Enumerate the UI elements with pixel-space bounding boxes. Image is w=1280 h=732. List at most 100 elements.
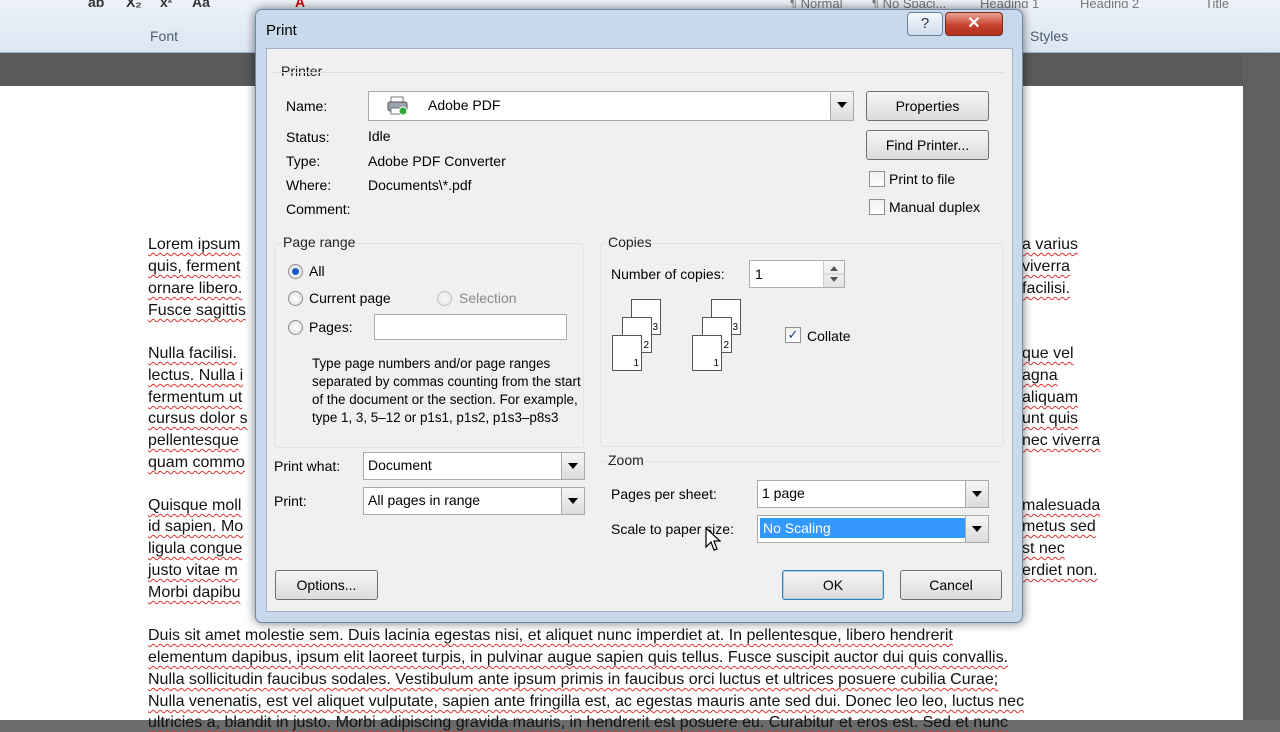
type-value: Adobe PDF Converter <box>368 153 506 169</box>
print-what-select[interactable]: Document <box>363 452 585 480</box>
doc-line: viverra <box>1022 258 1071 275</box>
doc-line: Morbi dapibu <box>148 584 241 601</box>
range-current-page-radio[interactable] <box>288 291 303 306</box>
copies-value: 1 <box>755 266 763 282</box>
where-label: Where: <box>286 177 332 193</box>
doc-line: aliquam <box>1022 389 1079 406</box>
range-pages-label[interactable]: Pages: <box>309 319 353 335</box>
printer-name-select[interactable]: Adobe PDF <box>368 91 854 121</box>
print-label: Print: <box>274 493 307 509</box>
printer-name-value: Adobe PDF <box>428 97 501 113</box>
doc-line: justo vitae m <box>148 562 238 579</box>
scale-value: No Scaling <box>760 518 965 538</box>
doc-line: agna <box>1022 367 1058 384</box>
print-what-value: Document <box>368 457 432 473</box>
change-case-button[interactable]: Aa <box>192 0 210 10</box>
sheet-number: 1 <box>713 358 719 369</box>
pages-input[interactable] <box>374 314 567 340</box>
collate-label[interactable]: Collate <box>807 328 851 344</box>
page-range-label: Page range <box>282 234 357 250</box>
subscript-button[interactable]: X₂ <box>126 0 142 10</box>
print-to-file-checkbox[interactable] <box>869 171 885 187</box>
sheet-number: 3 <box>732 322 738 333</box>
range-selection-label[interactable]: Selection <box>459 290 517 306</box>
find-printer-button[interactable]: Find Printer... <box>866 130 989 160</box>
range-all-radio[interactable] <box>288 264 303 279</box>
style-title[interactable]: Title <box>1205 0 1229 8</box>
sheet-number: 2 <box>723 340 729 351</box>
vertical-scrollbar[interactable] <box>1243 53 1280 720</box>
doc-line: ultricies a, blandit in justo. Morbi adi… <box>148 714 1008 731</box>
doc-line: elementum dapibus, ipsum elit laoreet tu… <box>148 649 1009 666</box>
style-heading-2[interactable]: Heading 2 <box>1080 0 1139 8</box>
ribbon-group-styles: Styles <box>1030 28 1069 44</box>
style-no-spacing[interactable]: ¶ No Spaci... <box>872 0 946 8</box>
type-label: Type: <box>286 153 321 169</box>
range-all-label[interactable]: All <box>309 263 325 279</box>
chevron-down-icon[interactable] <box>965 481 988 507</box>
doc-line: quis, ferment <box>148 258 241 275</box>
doc-line: quam commo <box>148 454 245 471</box>
doc-line: ligula congue <box>148 540 243 557</box>
doc-line: Nulla venenatis, est vel aliquet vulputa… <box>148 693 1025 710</box>
close-button[interactable]: ✕ <box>945 12 1003 36</box>
status-value: Idle <box>368 128 391 144</box>
chevron-down-icon[interactable] <box>561 488 584 514</box>
page-range-help-text: Type page numbers and/or page ranges sep… <box>312 356 581 425</box>
doc-line: facilisi. <box>1022 280 1071 297</box>
doc-line: erdiet non. <box>1022 562 1098 579</box>
style-heading-1[interactable]: Heading 1 <box>980 0 1039 8</box>
print-dialog: Print ? ✕ Printer Name: Adobe PDF Status… <box>255 9 1023 623</box>
copies-spinbox[interactable]: 1 <box>749 260 845 288</box>
help-button[interactable]: ? <box>907 12 943 36</box>
doc-line: Nulla facilisi. <box>148 345 237 362</box>
chevron-down-icon[interactable] <box>561 453 584 479</box>
range-pages-radio[interactable] <box>288 320 303 335</box>
range-current-page-label[interactable]: Current page <box>309 290 391 306</box>
doc-line: pellentesque <box>148 432 239 449</box>
manual-duplex-label[interactable]: Manual duplex <box>889 199 980 215</box>
print-what-label: Print what: <box>274 458 341 474</box>
name-label: Name: <box>286 98 328 114</box>
options-button[interactable]: Options... <box>275 570 378 600</box>
number-of-copies-label: Number of copies: <box>611 266 725 282</box>
scale-select[interactable]: No Scaling <box>757 515 989 543</box>
doc-line: que vel <box>1022 345 1074 362</box>
strikethrough-button[interactable]: ab <box>88 0 104 10</box>
manual-duplex-checkbox[interactable] <box>869 199 885 215</box>
printer-icon <box>387 96 409 116</box>
sheet-number: 2 <box>643 340 649 351</box>
where-value: Documents\*.pdf <box>368 177 472 193</box>
doc-line: st nec <box>1022 540 1065 557</box>
print-value: All pages in range <box>368 492 481 508</box>
superscript-button[interactable]: x² <box>160 0 172 10</box>
pages-per-sheet-select[interactable]: 1 page <box>757 480 989 508</box>
status-label: Status: <box>286 129 330 145</box>
chevron-down-icon[interactable] <box>965 516 988 542</box>
doc-line: nec viverra <box>1022 432 1101 449</box>
spin-arrows-icon[interactable] <box>823 261 844 287</box>
dialog-title: Print <box>266 22 297 39</box>
print-to-file-label[interactable]: Print to file <box>889 171 955 187</box>
doc-line: a varius <box>1022 236 1079 253</box>
doc-line: Nulla sollicitudin faucibus sodales. Ves… <box>148 671 999 688</box>
properties-button[interactable]: Properties <box>866 91 989 121</box>
doc-line: unt quis <box>1022 410 1079 427</box>
collate-checkbox[interactable]: ✓ <box>785 327 801 343</box>
range-selection-radio[interactable] <box>437 291 452 306</box>
style-normal[interactable]: ¶ Normal <box>790 0 843 8</box>
ribbon-group-font: Font <box>150 28 179 44</box>
doc-line: Lorem ipsum <box>148 236 241 253</box>
dialog-client-area: Printer Name: Adobe PDF Status: Idle Typ… <box>266 48 1013 612</box>
ok-button[interactable]: OK <box>782 570 884 600</box>
doc-line: ornare libero. <box>148 280 243 297</box>
copies-label: Copies <box>607 234 653 250</box>
chevron-down-icon[interactable] <box>830 92 853 120</box>
sheet-number: 1 <box>633 358 639 369</box>
doc-line: metus sed <box>1022 518 1096 535</box>
print-select[interactable]: All pages in range <box>363 487 585 515</box>
doc-line: id sapien. Mo <box>148 518 244 535</box>
sheet-number: 3 <box>652 322 658 333</box>
cancel-button[interactable]: Cancel <box>900 570 1002 600</box>
doc-line: Duis sit amet molestie sem. Duis lacinia… <box>148 627 953 644</box>
